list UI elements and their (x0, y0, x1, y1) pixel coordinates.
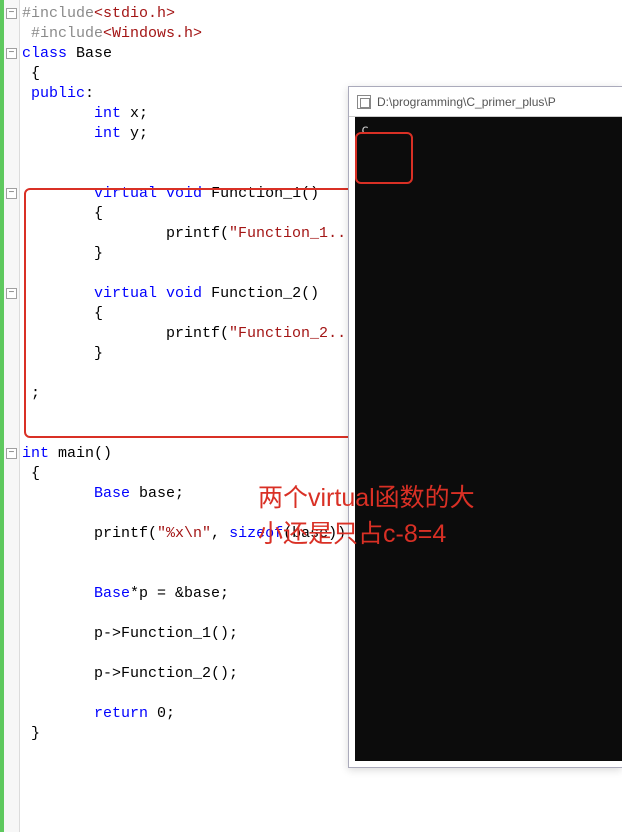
code-line[interactable]: #include<Windows.h> (22, 24, 400, 44)
console-window[interactable]: D:\programming\C_primer_plus\P c (348, 86, 622, 768)
annotation-line1: 两个virtual函数的大 (258, 480, 475, 516)
fold-marker[interactable]: − (6, 48, 17, 59)
annotation-text: 两个virtual函数的大 小还是只占c-8=4 (258, 480, 475, 553)
fold-marker[interactable]: − (6, 8, 17, 19)
code-line[interactable]: { (22, 64, 400, 84)
console-app-icon (357, 95, 371, 109)
code-line[interactable]: { (22, 204, 400, 224)
code-line[interactable] (22, 644, 400, 664)
console-body[interactable]: c (355, 117, 622, 761)
code-line[interactable] (22, 564, 400, 584)
code-area[interactable]: #include<stdio.h> #include<Windows.h>cla… (22, 4, 400, 744)
code-line[interactable]: public: (22, 84, 400, 104)
code-line[interactable]: printf("Function_1...\n"); (22, 224, 400, 244)
code-line[interactable]: int main() (22, 444, 400, 464)
code-line[interactable]: { (22, 304, 400, 324)
code-line[interactable]: Base*p = &base; (22, 584, 400, 604)
annotation-line2: 小还是只占c-8=4 (258, 516, 475, 552)
fold-gutter (4, 0, 20, 832)
fold-marker[interactable]: − (6, 448, 17, 459)
code-line[interactable] (22, 684, 400, 704)
code-line[interactable]: } (22, 244, 400, 264)
code-line[interactable] (22, 164, 400, 184)
code-line[interactable]: p->Function_2(); (22, 664, 400, 684)
code-line[interactable]: #include<stdio.h> (22, 4, 400, 24)
fold-marker[interactable]: − (6, 188, 17, 199)
console-output: c (361, 123, 369, 138)
code-line[interactable]: } (22, 724, 400, 744)
console-title-text: D:\programming\C_primer_plus\P (377, 95, 556, 109)
code-line[interactable]: ; (22, 384, 400, 404)
code-line[interactable] (22, 404, 400, 424)
code-line[interactable]: return 0; (22, 704, 400, 724)
console-titlebar[interactable]: D:\programming\C_primer_plus\P (349, 87, 622, 117)
fold-marker[interactable]: − (6, 288, 17, 299)
code-line[interactable]: int y; (22, 124, 400, 144)
code-line[interactable]: virtual void Function_1() (22, 184, 400, 204)
code-line[interactable]: int x; (22, 104, 400, 124)
code-line[interactable]: printf("Function_2...\n"); (22, 324, 400, 344)
code-line[interactable]: virtual void Function_2() (22, 284, 400, 304)
code-line[interactable] (22, 364, 400, 384)
code-line[interactable] (22, 604, 400, 624)
code-line[interactable] (22, 264, 400, 284)
code-line[interactable] (22, 144, 400, 164)
code-line[interactable] (22, 424, 400, 444)
code-line[interactable]: } (22, 344, 400, 364)
code-line[interactable]: class Base (22, 44, 400, 64)
code-line[interactable]: p->Function_1(); (22, 624, 400, 644)
